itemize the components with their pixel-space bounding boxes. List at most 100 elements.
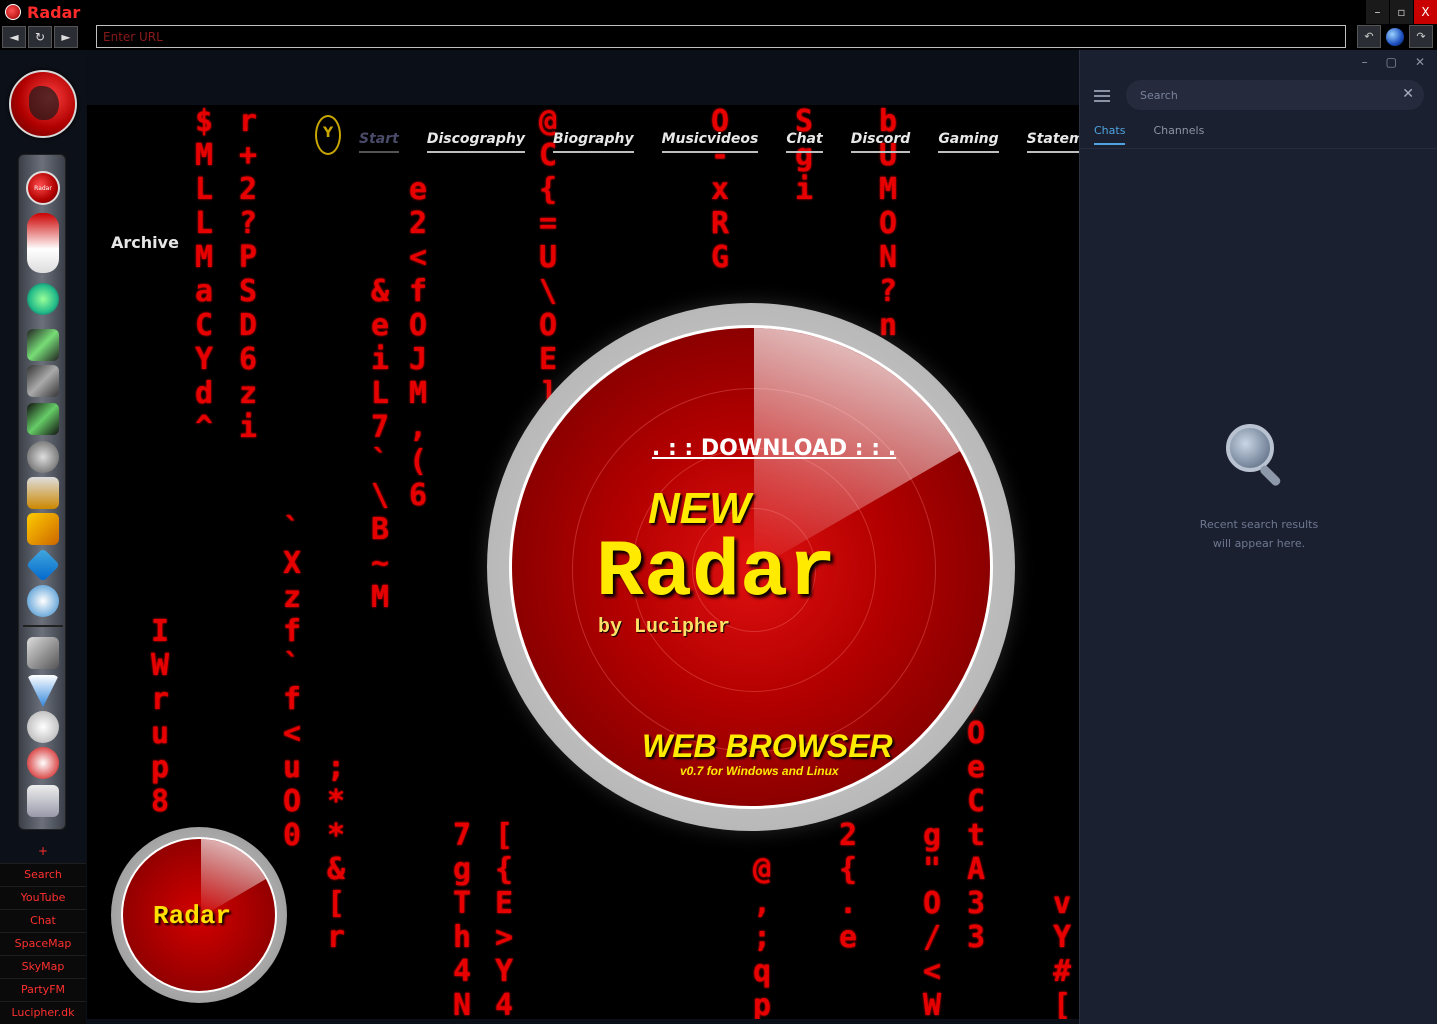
speedometer-icon[interactable] [27,441,59,473]
redo-button[interactable]: ↷ [1409,25,1433,48]
nav-discography[interactable]: Discography [426,131,525,153]
radar-dial: . : : DOWNLOAD : : . NEW Radar by Luciph… [509,325,993,809]
nav-musicvideos[interactable]: Musicvideos [661,131,759,153]
promo-new-label: NEW [648,484,751,533]
empty-search-message: Recent search results will appear here. [1160,515,1358,553]
link-lucipher[interactable]: Lucipher.dk [0,1001,86,1024]
nav-start[interactable]: Start [359,131,399,153]
address-bar: ◄ ↻ ► ↶ ↷ [0,24,1437,50]
helmet-icon[interactable] [27,213,59,273]
x-app-icon[interactable] [27,365,59,397]
clear-search-icon[interactable]: ✕ [1402,86,1414,102]
matrix-rain: [ { E > Y 4 [495,818,514,1020]
matrix-rain: $ M L L M a C Y d ^ [195,105,214,445]
app-dock: Radar [18,154,66,830]
archive-link[interactable]: Archive [111,233,179,252]
music-icon[interactable] [27,477,59,509]
promo-author: by Lucipher [598,616,731,639]
download-link[interactable]: . : : DOWNLOAD : : . [642,436,906,461]
left-sidebar: Radar + Search YouTube Chat SpaceMap Sky… [0,50,86,1024]
matrix-rain: 7 g T h 4 N [453,818,472,1020]
dock-separator [23,625,63,627]
history-button[interactable]: ↶ [1357,25,1381,48]
link-spacemap[interactable]: SpaceMap [0,932,86,955]
anarchy-icon[interactable] [27,747,59,779]
panel-close-icon[interactable]: ✕ [1415,55,1425,69]
winamp-icon[interactable] [27,513,59,545]
globe-button[interactable] [1383,25,1407,48]
filezilla-icon[interactable] [26,548,60,582]
tools-icon[interactable] [27,637,59,669]
radar-globe-logo[interactable] [9,70,77,138]
matrix-rain: & e i L 7 ` \ B ~ M [371,274,390,615]
compass-icon[interactable] [27,711,59,743]
tabs-divider [1080,148,1437,149]
matrix-rain: ` X z f ` f < u O 0 [283,512,302,853]
world-icon[interactable] [27,585,59,617]
link-partyfm[interactable]: PartyFM [0,978,86,1001]
magnifier-icon [1226,424,1281,486]
triangle-app-icon[interactable] [27,675,59,707]
link-chat[interactable]: Chat [0,909,86,932]
download-promo[interactable]: . : : DOWNLOAD : : . NEW Radar by Luciph… [487,303,1015,831]
tab-chats[interactable]: Chats [1094,124,1126,145]
maximize-button[interactable]: ▫ [1389,0,1413,24]
app-title: Radar [27,2,81,22]
recycle-bin-icon[interactable] [27,785,59,817]
radar-badge-label: Radar [153,901,232,931]
globe-icon [1386,27,1404,46]
link-search[interactable]: Search [0,863,86,886]
chat-search-box: ✕ [1126,80,1424,110]
matrix-rain: g " O / < W [923,818,942,1020]
minimize-button[interactable]: – [1365,0,1389,24]
url-input[interactable] [96,25,1346,48]
chat-panel: – ▢ ✕ ✕ Chats Channels Recent search res… [1079,50,1437,1024]
matrix-rain: ; * * & [ r [327,750,346,955]
matrix-rain: I W r u p 8 [151,614,170,819]
window-controls: – ▫ X [1365,0,1437,24]
radar-badge[interactable]: Radar [111,827,287,1003]
alien-icon[interactable] [27,283,59,315]
radar-dock-label: Radar [34,184,52,192]
radar-dock-icon[interactable]: Radar [26,171,60,205]
radar-badge-dial: Radar [121,837,277,993]
matrix-rain: S g i [795,105,814,207]
quick-links: + Search YouTube Chat SpaceMap SkyMap Pa… [0,840,86,1024]
panel-maximize-icon[interactable]: ▢ [1386,55,1397,69]
promo-title: Radar [596,528,837,619]
add-link[interactable]: + [0,840,86,863]
chat-panel-controls: – ▢ ✕ [1080,50,1437,74]
nav-discord[interactable]: Discord [850,131,911,153]
promo-subtitle: WEB BROWSER [642,728,893,764]
matrix-rain: v Y # [ [1053,886,1072,1020]
hamburger-menu-icon[interactable] [1094,90,1110,102]
link-skymap[interactable]: SkyMap [0,955,86,978]
app-logo-icon [5,4,21,20]
matrix-rain: 2 { . e [839,818,858,955]
nav-chat[interactable]: Chat [786,131,823,153]
panel-minimize-icon[interactable]: – [1362,55,1368,69]
link-youtube[interactable]: YouTube [0,886,86,909]
chat-tabs: Chats Channels [1094,124,1204,145]
matrix-rain: @ , ; q p [753,852,772,1020]
tab-channels[interactable]: Channels [1153,124,1204,145]
forward-button[interactable]: ► [54,26,78,48]
promo-version: v0.7 for Windows and Linux [680,764,839,778]
matrix-rain: r + 2 ? P S D 6 z i [239,105,258,445]
address-right-buttons: ↶ ↷ [1357,25,1433,48]
matrix-rain: e 2 < f O J M , ( 6 [409,172,428,513]
reload-button[interactable]: ↻ [28,26,52,48]
nav-gaming[interactable]: Gaming [938,131,999,153]
web-view: $ M L L M a C Y d ^ r + 2 ? P S D 6 z i … [87,105,1079,1019]
chat-search-input[interactable] [1126,88,1386,102]
xbox-icon[interactable] [27,329,59,361]
nav-biography[interactable]: Biography [553,131,634,153]
nav-statements[interactable]: Statements [1026,131,1079,153]
empty-line-1: Recent search results [1199,518,1319,531]
site-nav: Start Discography Biography Musicvideos … [359,131,1079,153]
nvidia-icon[interactable] [27,403,59,435]
title-bar: Radar – ▫ X [0,0,1437,24]
empty-line-2: will appear here. [1212,537,1306,550]
close-button[interactable]: X [1413,0,1437,24]
back-button[interactable]: ◄ [2,26,26,48]
